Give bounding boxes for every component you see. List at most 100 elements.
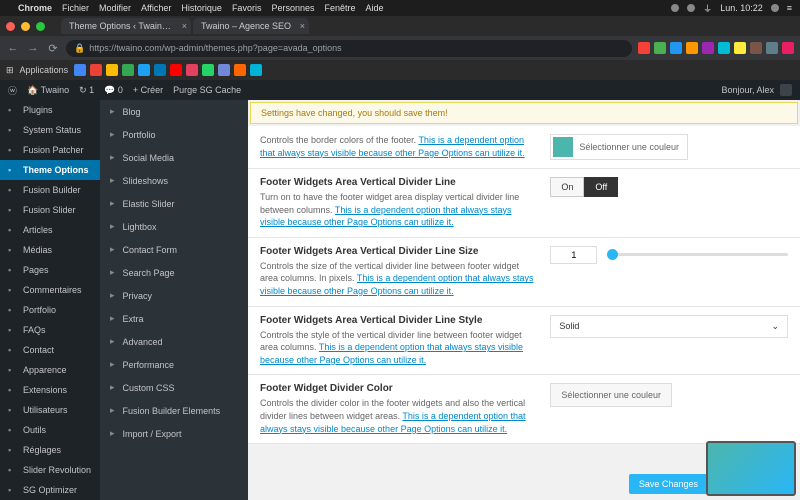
- theme-option-tab[interactable]: ▸Advanced: [100, 330, 248, 353]
- sidebar-item[interactable]: ▪Réglages: [0, 440, 100, 460]
- menu-window[interactable]: Fenêtre: [324, 3, 355, 13]
- sidebar-item[interactable]: ▪Portfolio: [0, 300, 100, 320]
- sidebar-item[interactable]: ▪SG Optimizer: [0, 480, 100, 500]
- dependent-link[interactable]: This is a dependent option that always s…: [260, 342, 523, 365]
- extension-icon[interactable]: [702, 42, 714, 54]
- menu-bookmarks[interactable]: Favoris: [232, 3, 262, 13]
- wp-logo-icon[interactable]: ⓦ: [8, 84, 17, 97]
- slider-thumb[interactable]: [607, 249, 618, 260]
- slider-value[interactable]: 1: [550, 246, 597, 264]
- menu-file[interactable]: Fichier: [62, 3, 89, 13]
- extension-icon[interactable]: [670, 42, 682, 54]
- menu-edit[interactable]: Modifier: [99, 3, 131, 13]
- sidebar-item[interactable]: ▪Theme Options: [0, 160, 100, 180]
- screen-preview-thumbnail[interactable]: [706, 441, 796, 496]
- dependent-link[interactable]: This is a dependent option that always s…: [260, 411, 526, 434]
- close-window-icon[interactable]: [6, 22, 15, 31]
- theme-option-tab[interactable]: ▸Privacy: [100, 284, 248, 307]
- sidebar-item[interactable]: ▪Slider Revolution: [0, 460, 100, 480]
- sidebar-item[interactable]: ▪Pages: [0, 260, 100, 280]
- extension-icon[interactable]: [638, 42, 650, 54]
- theme-option-tab[interactable]: ▸Fusion Builder Elements: [100, 399, 248, 422]
- extension-icon[interactable]: [750, 42, 762, 54]
- purge-cache[interactable]: Purge SG Cache: [173, 85, 241, 95]
- bookmark-icon[interactable]: [122, 64, 134, 76]
- close-tab-icon[interactable]: ×: [182, 21, 187, 31]
- theme-option-tab[interactable]: ▸Import / Export: [100, 422, 248, 445]
- bookmark-icon[interactable]: [186, 64, 198, 76]
- comments-count[interactable]: 💬 0: [104, 85, 123, 96]
- sidebar-item[interactable]: ▪Plugins: [0, 100, 100, 120]
- site-name[interactable]: 🏠 Twaino: [27, 85, 69, 96]
- extension-icon[interactable]: [718, 42, 730, 54]
- back-icon[interactable]: ←: [6, 42, 20, 54]
- slider-track[interactable]: [607, 253, 788, 256]
- new-content[interactable]: + Créer: [133, 85, 163, 95]
- sidebar-item[interactable]: ▪Articles: [0, 220, 100, 240]
- toggle-off[interactable]: Off: [584, 177, 618, 197]
- dependent-link[interactable]: This is a dependent option that always s…: [260, 273, 534, 296]
- theme-option-tab[interactable]: ▸Elastic Slider: [100, 192, 248, 215]
- avatar[interactable]: [780, 84, 792, 96]
- menu-history[interactable]: Historique: [181, 3, 222, 13]
- sidebar-item[interactable]: ▪Contact: [0, 340, 100, 360]
- maximize-window-icon[interactable]: [36, 22, 45, 31]
- bookmark-icon[interactable]: [74, 64, 86, 76]
- bookmark-apps[interactable]: Applications: [20, 65, 69, 75]
- theme-option-tab[interactable]: ▸Blog: [100, 100, 248, 123]
- minimize-window-icon[interactable]: [21, 22, 30, 31]
- dependent-link[interactable]: This is a dependent option that always s…: [260, 135, 525, 158]
- sidebar-item[interactable]: ▪Outils: [0, 420, 100, 440]
- address-bar[interactable]: 🔒 https://twaino.com/wp-admin/themes.php…: [66, 40, 632, 57]
- color-picker[interactable]: Sélectionner une couleur: [550, 134, 688, 160]
- close-tab-icon[interactable]: ×: [300, 21, 305, 31]
- extension-icon[interactable]: [766, 42, 778, 54]
- sidebar-item[interactable]: ▪Fusion Slider: [0, 200, 100, 220]
- theme-option-tab[interactable]: ▸Extra: [100, 307, 248, 330]
- sidebar-item[interactable]: ▪Commentaires: [0, 280, 100, 300]
- bookmark-icon[interactable]: [250, 64, 262, 76]
- sidebar-item[interactable]: ▪System Status: [0, 120, 100, 140]
- extension-icon[interactable]: [654, 42, 666, 54]
- menu-help[interactable]: Aide: [366, 3, 384, 13]
- app-name[interactable]: Chrome: [18, 3, 52, 13]
- bookmark-icon[interactable]: [234, 64, 246, 76]
- bookmark-icon[interactable]: [138, 64, 150, 76]
- toggle-on[interactable]: On: [550, 177, 584, 197]
- bookmark-icon[interactable]: [90, 64, 102, 76]
- bookmark-icon[interactable]: [218, 64, 230, 76]
- sidebar-item[interactable]: ▪Fusion Patcher: [0, 140, 100, 160]
- reload-icon[interactable]: ⟳: [46, 42, 60, 55]
- menu-people[interactable]: Personnes: [271, 3, 314, 13]
- sidebar-item[interactable]: ▪FAQs: [0, 320, 100, 340]
- theme-option-tab[interactable]: ▸Performance: [100, 353, 248, 376]
- sidebar-item[interactable]: ▪Fusion Builder: [0, 180, 100, 200]
- dependent-link[interactable]: This is a dependent option that always s…: [260, 205, 512, 228]
- sidebar-item[interactable]: ▪Extensions: [0, 380, 100, 400]
- theme-option-tab[interactable]: ▸Lightbox: [100, 215, 248, 238]
- browser-tab[interactable]: Theme Options ‹ Twaino — W×: [61, 18, 191, 34]
- color-picker[interactable]: Sélectionner une couleur: [550, 383, 672, 407]
- sidebar-item[interactable]: ▪Apparence: [0, 360, 100, 380]
- menu-icon[interactable]: ≡: [787, 3, 792, 13]
- theme-option-tab[interactable]: ▸Search Page: [100, 261, 248, 284]
- bookmark-icon[interactable]: [170, 64, 182, 76]
- menu-view[interactable]: Afficher: [141, 3, 171, 13]
- save-changes-button[interactable]: Save Changes: [629, 474, 708, 494]
- extension-icon[interactable]: [782, 42, 794, 54]
- select-dropdown[interactable]: Solid⌄: [550, 315, 788, 338]
- wifi-icon[interactable]: ⏚: [703, 2, 712, 15]
- sidebar-item[interactable]: ▪Médias: [0, 240, 100, 260]
- theme-option-tab[interactable]: ▸Social Media: [100, 146, 248, 169]
- sidebar-item[interactable]: ▪Utilisateurs: [0, 400, 100, 420]
- theme-option-tab[interactable]: ▸Contact Form: [100, 238, 248, 261]
- bookmark-icon[interactable]: [202, 64, 214, 76]
- theme-option-tab[interactable]: ▸Custom CSS: [100, 376, 248, 399]
- extension-icon[interactable]: [734, 42, 746, 54]
- bookmark-icon[interactable]: [106, 64, 118, 76]
- theme-option-tab[interactable]: ▸Portfolio: [100, 123, 248, 146]
- greeting[interactable]: Bonjour, Alex: [721, 85, 774, 95]
- browser-tab[interactable]: Twaino – Agence SEO×: [193, 18, 309, 34]
- updates-icon[interactable]: ↻ 1: [79, 85, 94, 96]
- forward-icon[interactable]: →: [26, 42, 40, 54]
